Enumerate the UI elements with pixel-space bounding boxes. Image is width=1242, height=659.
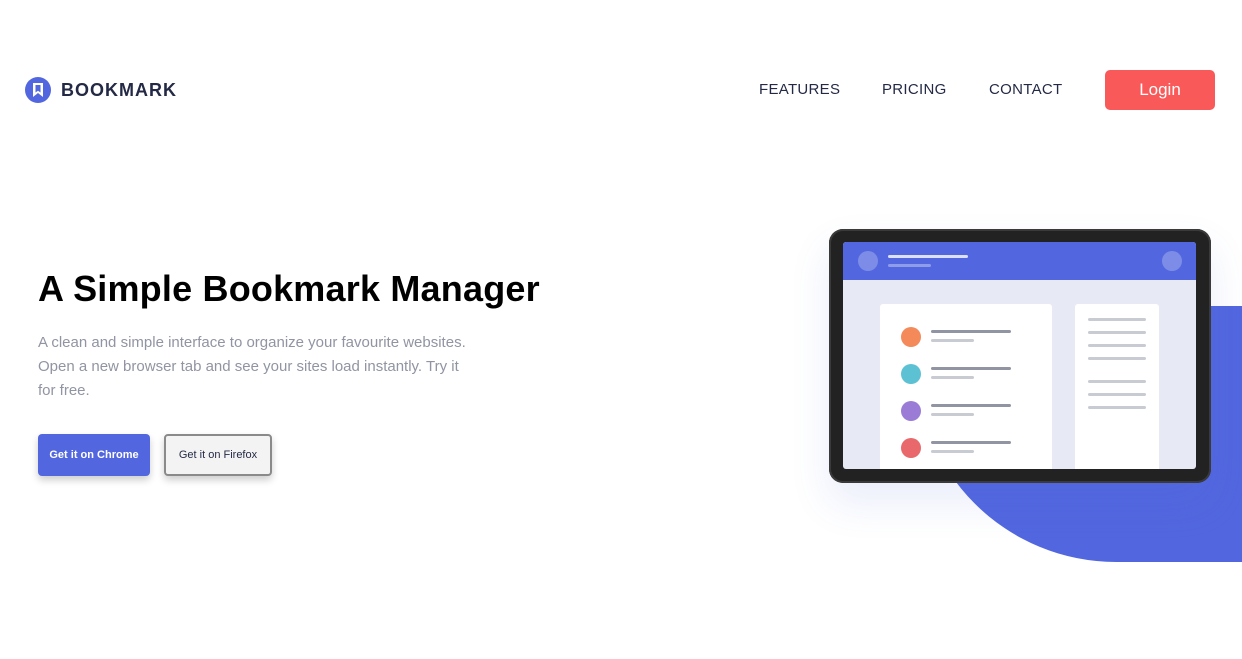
list-line: [931, 376, 974, 379]
nav-item-features[interactable]: FEATURES: [759, 81, 840, 98]
hero-title: A Simple Bookmark Manager: [38, 268, 540, 309]
sidebar-line: [1088, 393, 1146, 396]
bookmark-list-panel: [880, 304, 1052, 469]
list-line: [931, 367, 1011, 370]
screen-header: [843, 242, 1196, 280]
nav-item-contact[interactable]: CONTACT: [989, 81, 1062, 98]
list-line: [931, 404, 1011, 407]
sidebar-line: [1088, 344, 1146, 347]
avatar-placeholder: [858, 251, 878, 271]
menu-placeholder: [1162, 251, 1182, 271]
sidebar-line: [1088, 318, 1146, 321]
list-line: [931, 450, 974, 453]
list-dot: [901, 327, 921, 347]
get-chrome-button[interactable]: Get it on Chrome: [38, 434, 150, 476]
header-line: [888, 264, 931, 267]
list-dot: [901, 438, 921, 458]
hero-description: A clean and simple interface to organize…: [38, 334, 466, 399]
list-dot: [901, 401, 921, 421]
list-dot: [901, 364, 921, 384]
get-firefox-button[interactable]: Get it on Firefox: [164, 434, 272, 476]
sidebar-panel: [1075, 304, 1159, 469]
sidebar-line: [1088, 406, 1146, 409]
list-line: [931, 441, 1011, 444]
tablet-screen: [843, 242, 1196, 469]
header-line: [888, 255, 968, 258]
login-button[interactable]: Login: [1105, 70, 1215, 110]
sidebar-line: [1088, 357, 1146, 360]
sidebar-line: [1088, 380, 1146, 383]
list-line: [931, 330, 1011, 333]
list-line: [931, 413, 974, 416]
sidebar-line: [1088, 331, 1146, 334]
list-line: [931, 339, 974, 342]
nav-item-pricing[interactable]: PRICING: [882, 81, 947, 98]
tablet-illustration: [829, 229, 1211, 483]
main-nav: FEATURES PRICING CONTACT: [0, 81, 1242, 101]
landing-page: BOOKMARK FEATURES PRICING CONTACT Login …: [0, 0, 1242, 659]
